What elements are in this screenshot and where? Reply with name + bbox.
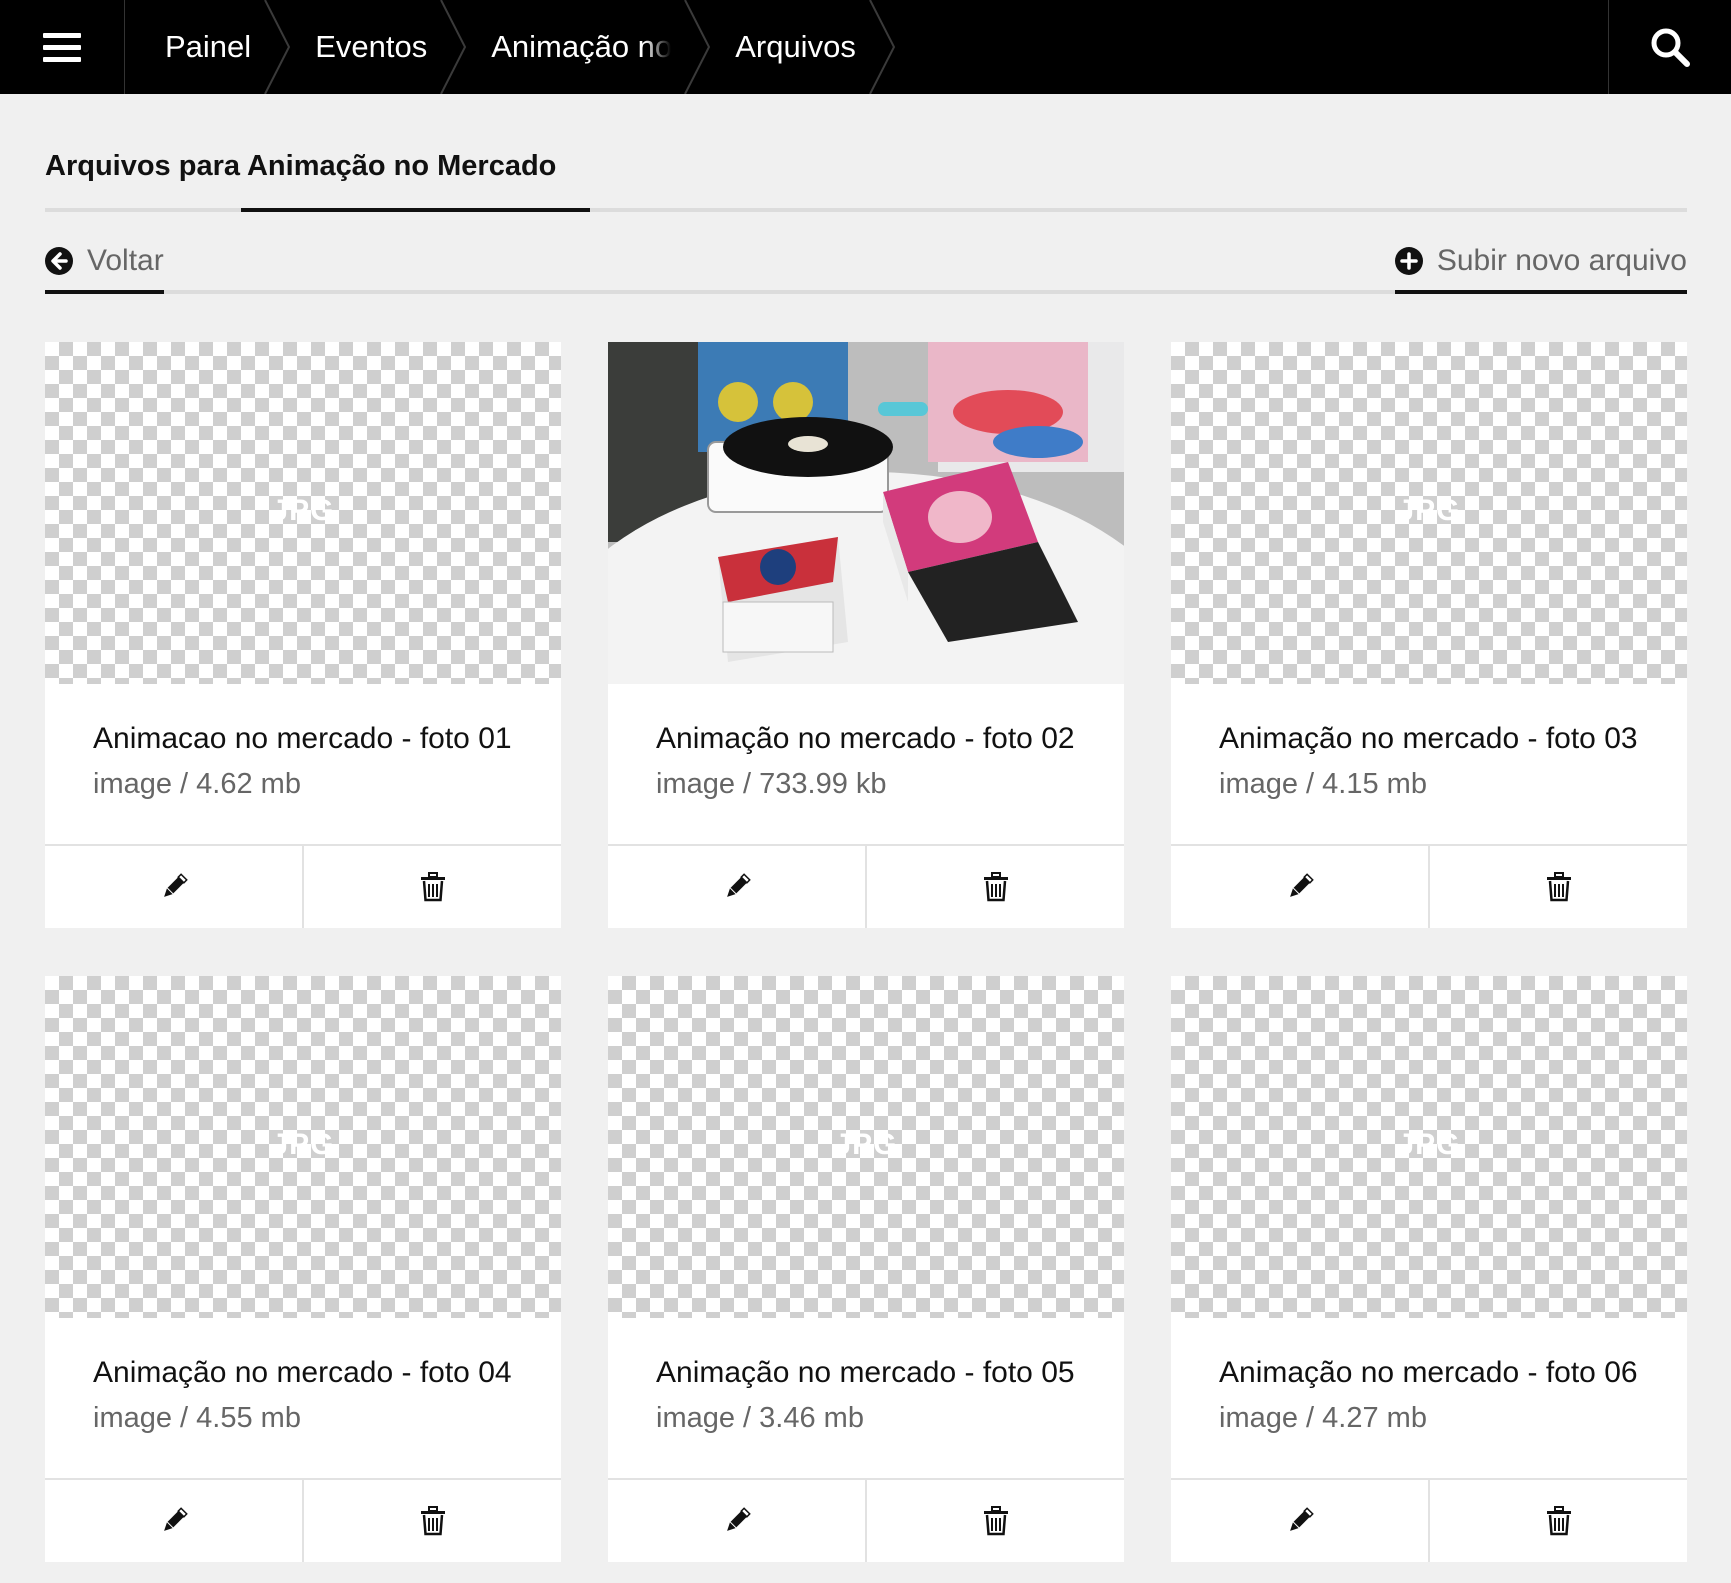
pencil-icon bbox=[1289, 1507, 1314, 1531]
edit-button[interactable] bbox=[608, 1480, 865, 1562]
breadcrumb-item-evento[interactable]: Animação no Mercado bbox=[471, 0, 715, 94]
delete-button[interactable] bbox=[1428, 846, 1687, 928]
active-tab-indicator bbox=[241, 208, 590, 212]
actions-bar: Voltar Subir novo arquivo bbox=[45, 222, 1687, 294]
file-card: JPG Animacao no mercado - foto 01 image … bbox=[45, 342, 561, 928]
trash-icon bbox=[983, 872, 1008, 902]
edit-button[interactable] bbox=[1171, 1480, 1428, 1562]
pencil-icon bbox=[163, 873, 188, 897]
pencil-icon bbox=[1289, 873, 1314, 897]
plus-circle-icon bbox=[1394, 247, 1423, 275]
file-name: Animação no mercado - foto 02 bbox=[656, 722, 1075, 755]
back-button[interactable]: Voltar bbox=[45, 232, 164, 294]
file-card: JPG Animação no mercado - foto 05 image … bbox=[608, 976, 1124, 1562]
delete-button[interactable] bbox=[1428, 1480, 1687, 1562]
file-card: JPG Animação no mercado - foto 03 image … bbox=[1171, 342, 1687, 928]
edit-button[interactable] bbox=[45, 846, 302, 928]
hamburger-icon bbox=[43, 32, 81, 62]
file-thumbnail[interactable] bbox=[608, 342, 1124, 684]
file-meta: image / 4.27 mb bbox=[1219, 1402, 1427, 1434]
search-button[interactable] bbox=[1608, 0, 1731, 94]
pencil-icon bbox=[726, 1507, 751, 1531]
file-name: Animação no mercado - foto 05 bbox=[656, 1356, 1075, 1389]
edit-button[interactable] bbox=[608, 846, 865, 928]
menu-button[interactable] bbox=[0, 0, 125, 94]
file-meta: image / 4.15 mb bbox=[1219, 768, 1427, 800]
upload-label: Subir novo arquivo bbox=[1436, 244, 1687, 277]
page-title: Arquivos para Animação no Mercado bbox=[45, 150, 557, 182]
pencil-icon bbox=[163, 1507, 188, 1531]
file-thumbnail[interactable]: JPG bbox=[1171, 342, 1687, 684]
trash-icon bbox=[1546, 1506, 1571, 1536]
delete-button[interactable] bbox=[865, 846, 1124, 928]
delete-button[interactable] bbox=[865, 1480, 1124, 1562]
title-tab-bar: Arquivos para Animação no Mercado bbox=[45, 136, 1687, 212]
trash-icon bbox=[420, 872, 445, 902]
file-thumbnail[interactable]: JPG bbox=[1171, 976, 1687, 1318]
trash-icon bbox=[983, 1506, 1008, 1536]
pencil-icon bbox=[726, 873, 751, 897]
file-thumbnail[interactable]: JPG bbox=[45, 976, 561, 1318]
file-card: JPG Animação no mercado - foto 06 image … bbox=[1171, 976, 1687, 1562]
edit-button[interactable] bbox=[1171, 846, 1428, 928]
delete-button[interactable] bbox=[302, 846, 561, 928]
file-meta: image / 4.55 mb bbox=[93, 1402, 301, 1434]
file-meta: image / 733.99 kb bbox=[656, 768, 887, 800]
upload-file-button[interactable]: Subir novo arquivo bbox=[1394, 232, 1687, 294]
search-icon bbox=[1651, 28, 1690, 67]
file-thumbnail[interactable]: JPG bbox=[608, 976, 1124, 1318]
breadcrumb-separator-icon bbox=[684, 0, 711, 94]
breadcrumb-separator-icon bbox=[264, 0, 291, 94]
file-card: Animação no mercado - foto 02 image / 73… bbox=[608, 342, 1124, 928]
breadcrumb-separator-icon bbox=[440, 0, 467, 94]
breadcrumb-item-arquivos[interactable]: Arquivos bbox=[715, 0, 900, 94]
trash-icon bbox=[1546, 872, 1571, 902]
breadcrumb-separator-icon bbox=[868, 0, 895, 94]
arrow-circle-left-icon bbox=[45, 247, 73, 275]
back-label: Voltar bbox=[87, 244, 164, 277]
file-name: Animacao no mercado - foto 01 bbox=[93, 722, 512, 755]
file-name: Animação no mercado - foto 03 bbox=[1219, 722, 1638, 755]
breadcrumb-item-painel[interactable]: Painel bbox=[165, 0, 295, 94]
breadcrumb-item-eventos[interactable]: Eventos bbox=[295, 0, 471, 94]
delete-button[interactable] bbox=[302, 1480, 561, 1562]
file-card: JPG Animação no mercado - foto 04 image … bbox=[45, 976, 561, 1562]
file-meta: image / 4.62 mb bbox=[93, 768, 301, 800]
file-thumbnail[interactable]: JPG bbox=[45, 342, 561, 684]
top-bar: Painel Eventos Animação no Mercado Arqui… bbox=[0, 0, 1731, 94]
edit-button[interactable] bbox=[45, 1480, 302, 1562]
file-meta: image / 3.46 mb bbox=[656, 1402, 864, 1434]
file-name: Animação no mercado - foto 06 bbox=[1219, 1356, 1638, 1389]
breadcrumb: Painel Eventos Animação no Mercado Arqui… bbox=[125, 0, 1608, 94]
trash-icon bbox=[420, 1506, 445, 1536]
file-name: Animação no mercado - foto 04 bbox=[93, 1356, 512, 1389]
photo-preview bbox=[608, 342, 1124, 684]
